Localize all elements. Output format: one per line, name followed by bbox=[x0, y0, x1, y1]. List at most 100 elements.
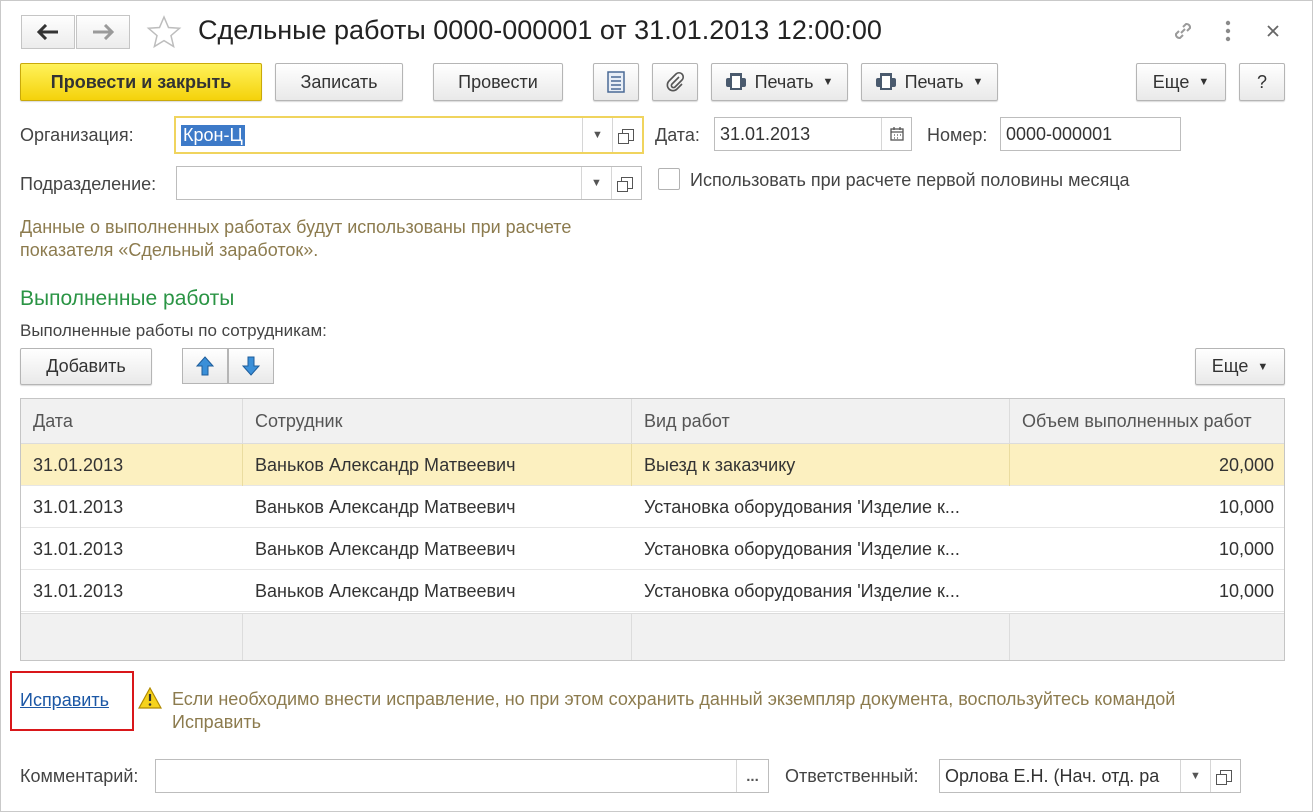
add-button[interactable]: Добавить bbox=[20, 348, 152, 385]
number-field[interactable]: 0000-000001 bbox=[1000, 117, 1181, 151]
more-vertical-icon[interactable] bbox=[1214, 17, 1242, 45]
page-title: Сдельные работы 0000-000001 от 31.01.201… bbox=[198, 15, 882, 45]
more-label: Еще bbox=[1152, 71, 1190, 92]
table-more-button[interactable]: Еще ▼ bbox=[1195, 348, 1285, 385]
cell-date: 31.01.2013 bbox=[33, 538, 124, 559]
close-icon[interactable] bbox=[1259, 17, 1287, 45]
comment-label: Комментарий: bbox=[20, 766, 139, 786]
date-field[interactable]: 31.01.2013 bbox=[714, 117, 912, 151]
comment-value[interactable] bbox=[156, 760, 736, 792]
cell-volume: 10,000 bbox=[1218, 580, 1274, 601]
more-label: Еще bbox=[1211, 356, 1249, 376]
dropdown-arrow-icon[interactable]: ▼ bbox=[582, 118, 612, 152]
cell-date: 31.01.2013 bbox=[33, 496, 124, 517]
printer-icon bbox=[875, 73, 896, 91]
open-icon[interactable] bbox=[612, 118, 642, 152]
cell-volume: 10,000 bbox=[1218, 538, 1274, 559]
half-month-label: Использовать при расчете первой половины… bbox=[690, 170, 1130, 190]
half-month-checkbox[interactable] bbox=[658, 168, 680, 190]
column-header-work-type[interactable]: Вид работ bbox=[632, 399, 1010, 444]
table-footer bbox=[21, 613, 1284, 660]
report-button[interactable] bbox=[593, 63, 639, 101]
number-label: Номер: bbox=[927, 125, 988, 145]
arrow-down-icon bbox=[242, 356, 260, 376]
table-row[interactable]: 31.01.2013 Ваньков Александр Матвеевич В… bbox=[21, 444, 1284, 486]
comment-more-button[interactable]: ... bbox=[736, 760, 768, 792]
open-icon[interactable] bbox=[611, 167, 641, 199]
column-header-date[interactable]: Дата bbox=[21, 399, 243, 444]
responsible-value[interactable]: Орлова Е.Н. (Нач. отд. ра bbox=[940, 760, 1180, 792]
print-menu-button-2[interactable]: Печать ▼ bbox=[861, 63, 998, 101]
department-field[interactable]: ▼ bbox=[176, 166, 642, 200]
caret-down-icon: ▼ bbox=[822, 76, 834, 88]
responsible-field[interactable]: Орлова Е.Н. (Нач. отд. ра ▼ bbox=[939, 759, 1241, 793]
print-label: Печать bbox=[754, 71, 814, 92]
forward-button[interactable] bbox=[76, 15, 130, 49]
cell-work-type: Установка оборудования 'Изделие к... bbox=[644, 538, 960, 559]
organization-field[interactable]: Крон-Ц ▼ bbox=[174, 116, 644, 154]
caret-down-icon: ▼ bbox=[972, 76, 984, 88]
save-button[interactable]: Записать bbox=[275, 63, 403, 101]
responsible-label: Ответственный: bbox=[785, 766, 919, 786]
works-subtitle: Выполненные работы по сотрудникам: bbox=[20, 321, 327, 340]
footer-cell bbox=[21, 614, 243, 660]
favorite-star-icon[interactable] bbox=[146, 14, 182, 50]
post-and-close-button[interactable]: Провести и закрыть bbox=[20, 63, 262, 101]
move-down-button[interactable] bbox=[228, 348, 274, 384]
cell-date: 31.01.2013 bbox=[33, 580, 124, 601]
dropdown-arrow-icon[interactable]: ▼ bbox=[581, 167, 611, 199]
column-header-volume[interactable]: Объем выполненных работ bbox=[1010, 399, 1284, 444]
correction-message-line-2: Исправить bbox=[172, 712, 261, 732]
attachments-button[interactable] bbox=[652, 63, 698, 101]
calendar-icon[interactable] bbox=[881, 118, 911, 150]
cell-employee: Ваньков Александр Матвеевич bbox=[255, 538, 516, 559]
info-text: Данные о выполненных работах будут испол… bbox=[20, 216, 571, 262]
section-title: Выполненные работы bbox=[20, 287, 235, 310]
arrow-right-icon bbox=[93, 24, 114, 40]
footer-cell bbox=[1010, 614, 1284, 660]
cell-work-type: Установка оборудования 'Изделие к... bbox=[644, 496, 960, 517]
cell-date: 31.01.2013 bbox=[21, 444, 243, 486]
cell-employee: Ваньков Александр Матвеевич bbox=[243, 444, 632, 486]
print-label: Печать bbox=[904, 71, 964, 92]
table-row[interactable]: 31.01.2013 Ваньков Александр Матвеевич У… bbox=[21, 528, 1284, 570]
info-line-2: показателя «Сдельный заработок». bbox=[20, 240, 319, 260]
column-header-employee[interactable]: Сотрудник bbox=[243, 399, 632, 444]
document-window: Сдельные работы 0000-000001 от 31.01.201… bbox=[0, 0, 1313, 812]
dropdown-arrow-icon[interactable]: ▼ bbox=[1180, 760, 1210, 792]
print-menu-button-1[interactable]: Печать ▼ bbox=[711, 63, 848, 101]
comment-field[interactable]: ... bbox=[155, 759, 769, 793]
table-header: Дата Сотрудник Вид работ Объем выполненн… bbox=[21, 399, 1284, 444]
department-value[interactable] bbox=[177, 167, 581, 199]
more-menu-button[interactable]: Еще ▼ bbox=[1136, 63, 1226, 101]
number-value[interactable]: 0000-000001 bbox=[1001, 118, 1180, 150]
arrow-left-icon bbox=[37, 24, 58, 40]
open-icon[interactable] bbox=[1210, 760, 1240, 792]
back-button[interactable] bbox=[21, 15, 75, 49]
cell-volume: 20,000 bbox=[1218, 454, 1274, 475]
link-icon[interactable] bbox=[1169, 17, 1197, 45]
cell-volume: 10,000 bbox=[1218, 496, 1274, 517]
organization-value[interactable]: Крон-Ц bbox=[176, 118, 582, 152]
printer-icon bbox=[725, 73, 746, 91]
correct-link[interactable]: Исправить bbox=[20, 690, 109, 711]
works-table[interactable]: Дата Сотрудник Вид работ Объем выполненн… bbox=[20, 398, 1285, 661]
table-row[interactable]: 31.01.2013 Ваньков Александр Матвеевич У… bbox=[21, 486, 1284, 528]
document-list-icon bbox=[607, 71, 625, 93]
date-value[interactable]: 31.01.2013 bbox=[715, 118, 881, 150]
arrow-up-icon bbox=[196, 356, 214, 376]
correction-message: Если необходимо внести исправление, но п… bbox=[172, 688, 1292, 734]
move-up-button[interactable] bbox=[182, 348, 228, 384]
info-line-1: Данные о выполненных работах будут испол… bbox=[20, 217, 572, 237]
correction-message-line-1: Если необходимо внести исправление, но п… bbox=[172, 689, 1176, 709]
organization-label: Организация: bbox=[20, 125, 134, 145]
table-row[interactable]: 31.01.2013 Ваньков Александр Матвеевич У… bbox=[21, 570, 1284, 612]
paperclip-icon bbox=[666, 71, 685, 92]
footer-cell bbox=[632, 614, 1010, 660]
footer-cell bbox=[243, 614, 632, 660]
help-button[interactable]: ? bbox=[1239, 63, 1285, 101]
cell-employee: Ваньков Александр Матвеевич bbox=[255, 496, 516, 517]
post-button[interactable]: Провести bbox=[433, 63, 563, 101]
cell-work-type: Установка оборудования 'Изделие к... bbox=[644, 580, 960, 601]
cell-work-type: Выезд к заказчику bbox=[632, 444, 1010, 486]
